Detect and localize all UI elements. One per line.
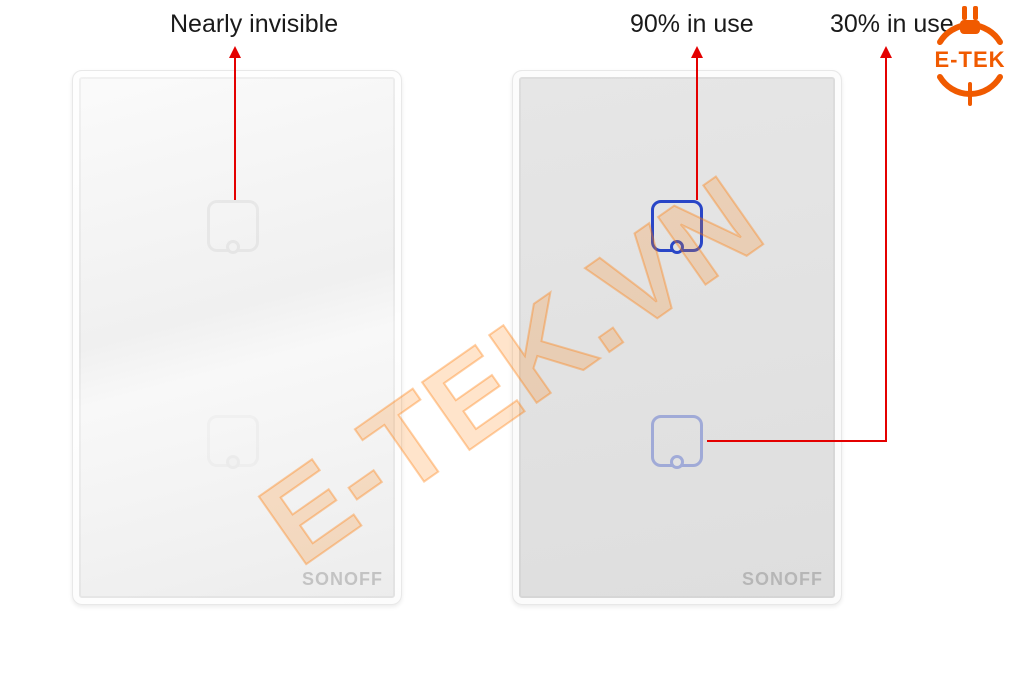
brand-logo-left: SONOFF <box>302 569 383 590</box>
touch-button-faint-top <box>207 200 259 252</box>
etek-logo-text: E-TEK <box>920 47 1020 73</box>
touch-button-faint-bottom <box>207 415 259 467</box>
touch-button-blue-top <box>651 200 703 252</box>
touch-button-blue-bottom <box>651 415 703 467</box>
switch-panel-right: SONOFF <box>512 70 842 605</box>
arrow-line-right-bottom-v <box>885 56 887 442</box>
label-90-in-use: 90% in use <box>630 10 754 39</box>
arrow-line-right-top <box>696 56 698 200</box>
arrow-line-right-bottom-h <box>707 440 887 442</box>
label-nearly-invisible: Nearly invisible <box>170 10 338 39</box>
arrow-line-left <box>234 56 236 200</box>
arrow-head-right-bottom <box>880 46 892 58</box>
switch-panel-left: SONOFF <box>72 70 402 605</box>
brand-logo-right: SONOFF <box>742 569 823 590</box>
etek-logo: E-TEK <box>920 2 1020 107</box>
